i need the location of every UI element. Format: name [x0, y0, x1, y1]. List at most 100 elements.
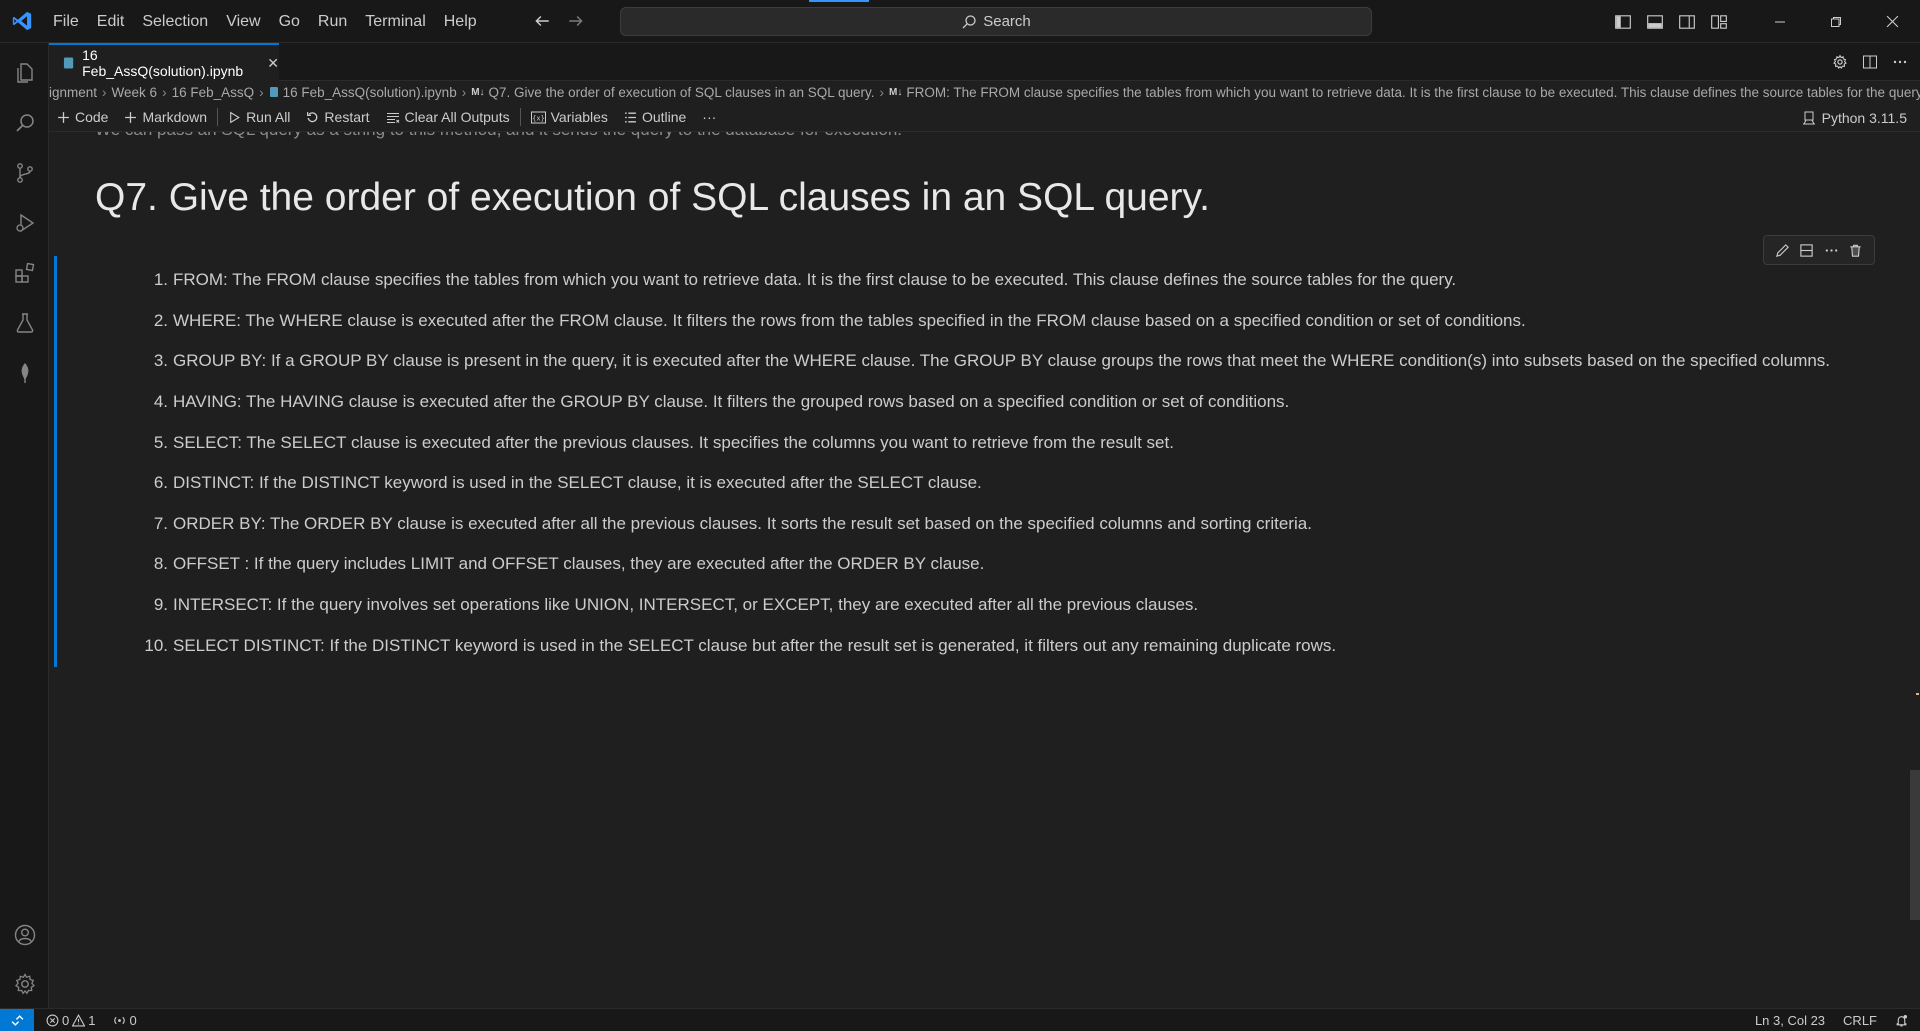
menu-bar: File Edit Selection View Go Run Terminal…: [44, 0, 486, 43]
minimize-icon[interactable]: [1752, 0, 1808, 43]
vscode-logo-icon: [0, 0, 44, 43]
ports-count: 0: [129, 1012, 137, 1028]
close-window-icon[interactable]: [1864, 0, 1920, 43]
toggle-secondary-sidebar-icon[interactable]: [1678, 13, 1696, 31]
menu-terminal[interactable]: Terminal: [356, 0, 434, 43]
toolbar-divider: [519, 108, 521, 126]
menu-view[interactable]: View: [217, 0, 269, 43]
title-accent: [809, 0, 869, 2]
variables-icon: {x}: [530, 111, 546, 123]
kernel-picker[interactable]: Python 3.11.5: [1802, 103, 1907, 132]
menu-help[interactable]: Help: [435, 0, 486, 43]
warning-icon: [72, 1013, 86, 1026]
ports-status[interactable]: 0: [107, 1013, 142, 1028]
menu-selection[interactable]: Selection: [133, 0, 217, 43]
previous-cell-text: We can pass an SQL query as a string to …: [95, 132, 902, 140]
remote-indicator-icon[interactable]: [0, 1008, 34, 1031]
restore-icon[interactable]: [1808, 0, 1864, 43]
error-icon: [46, 1014, 59, 1026]
clear-all-icon: [386, 112, 399, 123]
markdown-heading: Q7. Give the order of execution of SQL c…: [95, 176, 1210, 219]
cell-more-actions-icon[interactable]: [1824, 243, 1839, 258]
customize-layout-icon[interactable]: [1710, 13, 1728, 31]
toolbar-divider: [217, 108, 219, 126]
variables-button[interactable]: {x} Variables: [523, 103, 616, 132]
chevron-right-icon: ›: [102, 84, 107, 100]
mongodb-leaf-icon[interactable]: [0, 349, 49, 397]
command-center-search[interactable]: Search: [620, 7, 1372, 36]
accounts-icon[interactable]: [0, 911, 49, 959]
tab-label: 16 Feb_AssQ(solution).ipynb: [82, 47, 244, 79]
markdown-badge-icon: M↓: [471, 86, 485, 98]
delete-cell-trash-icon[interactable]: [1848, 243, 1863, 258]
chevron-right-icon: ›: [162, 84, 167, 100]
broadcast-icon: [114, 1016, 126, 1024]
source-control-icon[interactable]: [0, 149, 49, 197]
notebook-file-icon: [269, 87, 278, 97]
edit-cell-pencil-icon[interactable]: [1775, 243, 1790, 258]
manage-gear-icon[interactable]: [0, 960, 49, 1008]
play-icon: [230, 111, 240, 123]
search-icon: [962, 14, 976, 28]
menu-file[interactable]: File: [44, 0, 88, 43]
restart-button[interactable]: Restart: [298, 103, 377, 132]
title-right-controls: [1614, 0, 1920, 43]
tab-close-icon[interactable]: ✕: [267, 55, 279, 72]
notebook-file-icon: [63, 57, 74, 69]
list-item: 9. INTERSECT: If the query involves set o…: [153, 595, 1199, 615]
explorer-icon[interactable]: [0, 49, 49, 97]
title-bar: File Edit Selection View Go Run Terminal…: [0, 0, 1920, 43]
markdown-badge-icon: M↓: [889, 86, 903, 98]
cursor-position[interactable]: Ln 3, Col 23: [1749, 1013, 1837, 1028]
outline-list-icon: [625, 112, 636, 122]
run-debug-icon[interactable]: [0, 199, 49, 247]
extensions-icon[interactable]: [0, 249, 49, 297]
search-view-icon[interactable]: [0, 99, 49, 147]
testing-icon[interactable]: [0, 299, 49, 347]
settings-gear-icon[interactable]: [1832, 54, 1848, 70]
status-bar: 0 1 0 Ln 3, Col 23 CRLF: [0, 1008, 1920, 1031]
error-count: 0: [62, 1012, 70, 1028]
menu-run[interactable]: Run: [309, 0, 356, 43]
breadcrumb: ignment › Week 6 › 16 Feb_AssQ › 16 Feb_…: [49, 81, 1920, 103]
toggle-panel-icon[interactable]: [1646, 13, 1664, 31]
breadcrumb-item-week[interactable]: Week 6: [112, 85, 158, 100]
menu-edit[interactable]: Edit: [88, 0, 134, 43]
breadcrumb-item-folder[interactable]: 16 Feb_AssQ: [172, 85, 255, 100]
line-ending[interactable]: CRLF: [1837, 1013, 1889, 1028]
outline-button[interactable]: Outline: [616, 103, 694, 132]
nav-arrows: [532, 11, 586, 31]
toolbar-more-button[interactable]: ···: [694, 103, 724, 132]
vscode-window: File Edit Selection View Go Run Terminal…: [0, 0, 1920, 1031]
list-item: 3. GROUP BY: If a GROUP BY clause is pres…: [153, 351, 1831, 371]
svg-text:{x}: {x}: [532, 114, 545, 122]
split-editor-icon[interactable]: [1862, 54, 1878, 70]
notebook-editor[interactable]: We can pass an SQL query as a string to …: [49, 132, 1920, 1008]
toggle-primary-sidebar-icon[interactable]: [1614, 13, 1632, 31]
run-all-button[interactable]: Run All: [220, 103, 298, 132]
editor-actions: [1832, 43, 1908, 81]
split-cell-icon[interactable]: [1799, 243, 1814, 258]
menu-go[interactable]: Go: [270, 0, 309, 43]
problems-status[interactable]: 0 1: [40, 1013, 101, 1028]
breadcrumb-item-assignment[interactable]: ignment: [49, 85, 97, 100]
status-right: Ln 3, Col 23 CRLF: [1749, 1009, 1920, 1031]
vertical-scrollbar[interactable]: [1910, 770, 1920, 920]
chevron-right-icon: ›: [259, 84, 264, 100]
back-arrow-icon[interactable]: [532, 11, 552, 31]
layout-controls: [1614, 13, 1728, 31]
add-code-cell-button[interactable]: Code: [49, 103, 116, 132]
forward-arrow-icon[interactable]: [566, 11, 586, 31]
breadcrumb-item-content[interactable]: M↓ FROM: The FROM clause specifies the t…: [889, 85, 1920, 100]
kernel-icon: [1802, 111, 1815, 124]
clear-all-outputs-button[interactable]: Clear All Outputs: [378, 103, 518, 132]
focused-cell-indicator: [54, 256, 57, 667]
warning-count: 1: [88, 1012, 96, 1028]
chevron-right-icon: ›: [461, 84, 467, 100]
notifications-bell-icon[interactable]: [1889, 1014, 1920, 1027]
more-actions-icon[interactable]: [1892, 54, 1908, 70]
breadcrumb-item-heading[interactable]: M↓ Q7. Give the order of execution of SQ…: [471, 85, 874, 100]
tab-notebook[interactable]: 16 Feb_AssQ(solution).ipynb ✕: [49, 43, 279, 81]
add-markdown-cell-button[interactable]: Markdown: [116, 103, 215, 132]
breadcrumb-item-file[interactable]: 16 Feb_AssQ(solution).ipynb: [269, 85, 457, 100]
